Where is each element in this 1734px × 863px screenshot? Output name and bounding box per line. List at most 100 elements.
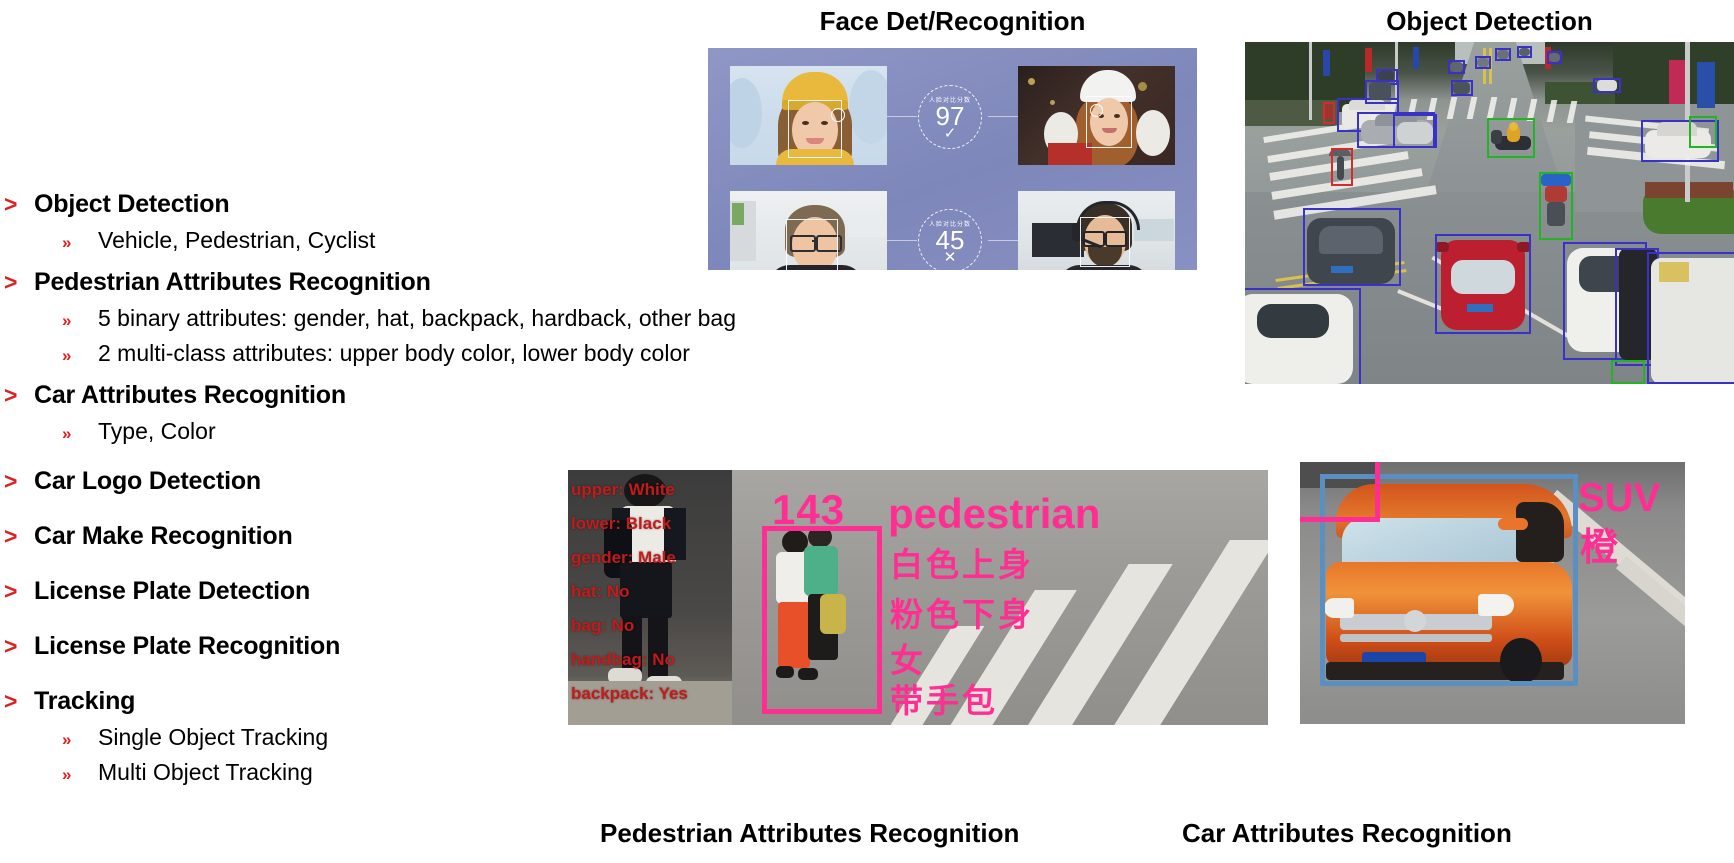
attr-backpack: backpack: Yes	[571, 684, 688, 703]
face-match-score-45: 人脸对比分数 45 ✕	[918, 209, 982, 270]
match-check-icon: ✓	[943, 125, 957, 142]
bullet-pedestrian-attributes-recognition: > Pedestrian Attributes Recognition	[0, 268, 560, 297]
detection-box-cyclist	[1689, 116, 1717, 148]
object-detection-image	[1245, 42, 1734, 384]
pedestrian-attributes-caption: Pedestrian Attributes Recognition	[600, 818, 1020, 848]
bullet-car-logo-detection: > Car Logo Detection	[0, 467, 560, 496]
attr-bag: bag: No	[571, 616, 635, 635]
detection-box-vehicle	[1517, 46, 1532, 58]
subbullet-type-color: » Type, Color	[0, 418, 560, 445]
subbullet-marker-icon: »	[62, 346, 71, 365]
subbullet-single-object-tracking: » Single Object Tracking	[0, 724, 560, 751]
detection-box-vehicle	[1365, 80, 1399, 104]
bullet-group-tracking: > Tracking » Single Object Tracking » Mu…	[0, 687, 560, 786]
detection-box-vehicle	[1435, 234, 1531, 334]
subbullet-marker-icon: »	[62, 730, 71, 749]
bullet-car-attributes-recognition: > Car Attributes Recognition	[0, 381, 560, 410]
bullet-label: Car Logo Detection	[34, 467, 261, 495]
bullet-label: Object Detection	[34, 190, 230, 218]
face-panel-title: Face Det/Recognition	[819, 6, 1086, 36]
feature-bullet-list: > Object Detection » Vehicle, Pedestrian…	[0, 190, 736, 800]
subbullet-marker-icon: »	[62, 233, 71, 252]
bullet-label: Car Make Recognition	[34, 522, 293, 550]
bullet-marker-icon: >	[4, 191, 18, 217]
attr-cn-upper: 白色上身	[890, 546, 1034, 583]
attr-upper: upper: White	[571, 480, 675, 499]
detection-box-vehicle	[1647, 252, 1734, 384]
subbullet-binary-attributes: » 5 binary attributes: gender, hat, back…	[0, 305, 736, 332]
subbullet-vehicle-pedestrian-cyclist: » Vehicle, Pedestrian, Cyclist	[0, 227, 560, 254]
face-landmark-icon	[831, 108, 845, 122]
bullet-marker-icon: >	[4, 578, 18, 604]
bullet-label: License Plate Recognition	[34, 632, 341, 660]
attr-hat: hat: No	[571, 582, 630, 601]
face-bounding-box	[1080, 217, 1130, 267]
track-id-label: 143	[772, 486, 846, 533]
attr-gender: gender: Male	[571, 548, 676, 567]
match-connector-line	[988, 240, 1018, 241]
subbullet-marker-icon: »	[62, 765, 71, 784]
subbullet-label: 5 binary attributes: gender, hat, backpa…	[98, 305, 737, 331]
detection-box-vehicle	[1393, 114, 1437, 148]
bullet-label: Tracking	[34, 687, 136, 715]
match-connector-line	[887, 116, 917, 117]
subbullet-label: Type, Color	[98, 418, 216, 444]
attr-cn-lower: 粉色下身	[890, 596, 1034, 633]
attr-cn-handbag: 带手包	[890, 682, 998, 719]
detection-box-vehicle	[1245, 288, 1361, 384]
car-type-label: SUV	[1578, 476, 1661, 520]
face-bounding-box	[786, 219, 838, 270]
face-match-score-97: 人脸对比分数 97 ✓	[918, 85, 982, 149]
bullet-marker-icon: >	[4, 523, 18, 549]
face-detection-recognition-image: 人脸对比分数 97 ✓ 人脸对比分数 45 ✕	[708, 48, 1197, 270]
pedestrian-tracking-box	[762, 526, 882, 714]
pedestrian-attributes-image: upper: White lower: Black gender: Male h…	[568, 470, 1268, 725]
subbullet-marker-icon: »	[62, 311, 71, 330]
class-label: pedestrian	[888, 490, 1101, 537]
face-landmark-icon	[1090, 104, 1103, 117]
bullet-marker-icon: >	[4, 633, 18, 659]
bullet-label: Pedestrian Attributes Recognition	[34, 268, 431, 296]
detection-box-vehicle	[1475, 56, 1491, 69]
bullet-marker-icon: >	[4, 269, 18, 295]
detection-box-vehicle	[1448, 60, 1465, 74]
bullet-marker-icon: >	[4, 382, 18, 408]
car-color-label: 橙	[1580, 527, 1619, 569]
attr-lower: lower: Black	[571, 514, 672, 533]
detection-box-vehicle	[1495, 48, 1511, 61]
bullet-marker-icon: >	[4, 688, 18, 714]
pedestrian-crop-left: upper: White lower: Black gender: Male h…	[568, 470, 732, 725]
subbullet-multi-object-tracking: » Multi Object Tracking	[0, 759, 560, 786]
bullet-car-make-recognition: > Car Make Recognition	[0, 522, 560, 551]
bullet-tracking: > Tracking	[0, 687, 560, 716]
bullet-group-object-detection: > Object Detection » Vehicle, Pedestrian…	[0, 190, 560, 254]
face-photo-match-1	[1018, 66, 1175, 165]
subbullet-label: 2 multi-class attributes: upper body col…	[98, 340, 690, 366]
subbullet-label: Single Object Tracking	[98, 724, 329, 750]
subbullet-marker-icon: »	[62, 424, 71, 443]
car-attributes-caption: Car Attributes Recognition	[1182, 818, 1512, 848]
car-attributes-image: SUV 橙	[1300, 462, 1685, 724]
bullet-license-plate-recognition: > License Plate Recognition	[0, 632, 560, 661]
detection-box-cyclist	[1539, 172, 1573, 240]
bullet-label: Car Attributes Recognition	[34, 381, 346, 409]
detection-box-vehicle	[1451, 80, 1473, 96]
bullet-group-car-attributes: > Car Attributes Recognition » Type, Col…	[0, 381, 560, 445]
bullet-license-plate-detection: > License Plate Detection	[0, 577, 560, 606]
detection-box-vehicle	[1547, 51, 1562, 64]
detection-box-cyclist	[1487, 118, 1535, 158]
pedestrian-tracking-crop: 143 pedestrian 白色上身 粉色下身 女 带手包	[732, 470, 1268, 725]
detection-box-vehicle	[1303, 208, 1401, 286]
detection-box-pedestrian	[1331, 148, 1353, 186]
object-detection-panel-title: Object Detection	[1386, 6, 1593, 36]
car-partial-box	[1300, 462, 1380, 522]
bullet-label: License Plate Detection	[34, 577, 311, 605]
detection-box-pedestrian	[1323, 102, 1335, 124]
match-connector-line	[988, 116, 1018, 117]
subbullet-multiclass-attributes: » 2 multi-class attributes: upper body c…	[0, 340, 690, 367]
score-label-cn: 人脸对比分数	[928, 222, 971, 228]
bullet-group-pedestrian-attributes: > Pedestrian Attributes Recognition » 5 …	[0, 268, 736, 367]
detection-box-cyclist	[1611, 360, 1645, 384]
score-label-cn: 人脸对比分数	[928, 98, 971, 104]
subbullet-label: Multi Object Tracking	[98, 759, 313, 785]
